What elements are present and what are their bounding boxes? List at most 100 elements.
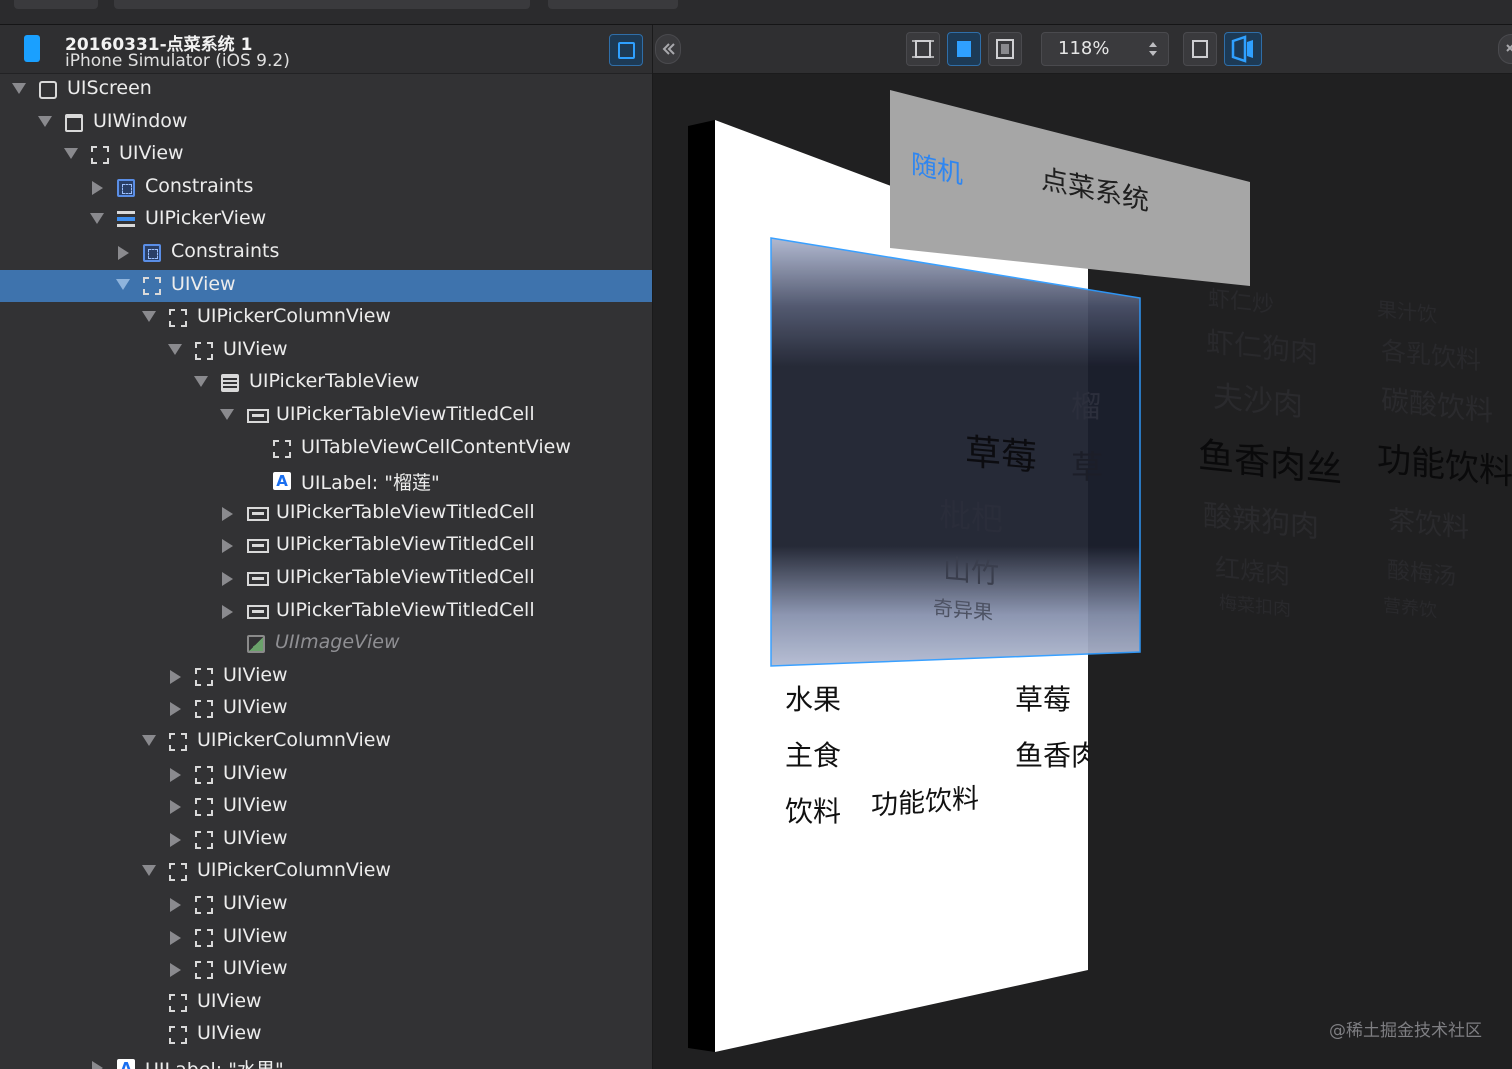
disclosure-collapsed-icon[interactable] bbox=[170, 702, 181, 717]
tree-row[interactable]: Constraints bbox=[0, 237, 652, 269]
disclosure-collapsed-icon[interactable] bbox=[170, 669, 181, 684]
tree-row[interactable]: UIPickerColumnView bbox=[0, 302, 652, 334]
tree-row[interactable]: UIWindow bbox=[0, 107, 652, 139]
2d-view-button[interactable] bbox=[1183, 32, 1217, 66]
disclosure-expanded-icon[interactable] bbox=[116, 278, 130, 290]
tree-row[interactable]: UIView bbox=[0, 889, 652, 921]
tree-row[interactable]: UIView bbox=[0, 791, 652, 823]
disclosure-expanded-icon[interactable] bbox=[142, 311, 156, 323]
disclosure-collapsed-icon[interactable] bbox=[222, 572, 233, 586]
tree-row[interactable]: UIView bbox=[0, 269, 652, 302]
process-header[interactable]: 20160331-点菜系统 1 iPhone Simulator (iOS 9.… bbox=[0, 25, 652, 74]
disclosure-collapsed-icon[interactable] bbox=[118, 246, 129, 260]
tree-row[interactable]: UIView bbox=[0, 139, 652, 171]
stepper-arrows-icon[interactable] bbox=[1146, 38, 1160, 60]
disclosure-collapsed-icon[interactable] bbox=[170, 898, 181, 912]
tree-row[interactable]: UIScreen bbox=[0, 74, 652, 106]
tree-row[interactable]: UIView bbox=[0, 335, 652, 367]
show-content-button[interactable] bbox=[947, 32, 981, 66]
3d-view-button[interactable] bbox=[1224, 32, 1262, 66]
disclosure-expanded-icon[interactable] bbox=[168, 343, 182, 355]
view-icon bbox=[169, 733, 187, 751]
tree-row[interactable]: UIPickerTableView bbox=[0, 367, 652, 399]
category-label: 主食 bbox=[785, 739, 842, 772]
tree-row[interactable]: UIPickerColumnView bbox=[0, 856, 652, 888]
tree-row[interactable]: UIView bbox=[0, 824, 652, 856]
top-tab[interactable] bbox=[548, 0, 678, 9]
picker-item: 虾仁炒 bbox=[1208, 286, 1275, 319]
disclosure-expanded-icon[interactable] bbox=[142, 865, 156, 877]
tree-row-label: UIPickerColumnView bbox=[197, 859, 391, 882]
selection-label: 功能饮料 bbox=[871, 783, 979, 822]
view-icon bbox=[195, 830, 213, 849]
tree-row[interactable]: UITableViewCellContentView bbox=[0, 433, 652, 465]
tree-row[interactable]: UIImageView bbox=[0, 628, 652, 660]
disclosure-collapsed-icon[interactable] bbox=[170, 832, 181, 847]
tree-row[interactable]: UIPickerColumnView bbox=[0, 726, 652, 758]
disclosure-expanded-icon[interactable] bbox=[142, 735, 156, 746]
tree-row[interactable]: UIPickerView bbox=[0, 204, 652, 236]
disclosure-collapsed-icon[interactable] bbox=[170, 800, 181, 815]
tree-row[interactable]: UIPickerTableViewTitledCell bbox=[0, 400, 652, 432]
tree-row[interactable]: UIPickerTableViewTitledCell bbox=[0, 596, 652, 628]
tree-row[interactable]: UIView bbox=[0, 759, 652, 791]
tree-row[interactable]: UIView bbox=[0, 1019, 652, 1051]
watermark: @稀土掘金技术社区 bbox=[1329, 1021, 1482, 1041]
tree-row[interactable]: UIView bbox=[0, 922, 652, 954]
tree-row-label: UIWindow bbox=[93, 109, 188, 132]
debug-navigator: 20160331-点菜系统 1 iPhone Simulator (iOS 9.… bbox=[0, 25, 653, 1069]
disclosure-collapsed-icon[interactable] bbox=[170, 930, 181, 945]
tree-row[interactable]: UIView bbox=[0, 693, 652, 725]
show-clipped-button[interactable] bbox=[906, 32, 940, 66]
tree-row-label: UIPickerTableView bbox=[249, 370, 420, 393]
tree-row[interactable]: A UILabel: "水果" bbox=[0, 1052, 652, 1069]
picker-item: 果汁饮 bbox=[1377, 296, 1437, 328]
tree-row[interactable]: Constraints bbox=[0, 172, 652, 204]
frame-clip-icon bbox=[912, 40, 934, 58]
exploded-layers bbox=[688, 90, 1250, 1052]
tree-row[interactable]: UIPickerTableViewTitledCell bbox=[0, 530, 652, 562]
show-wireframe-button[interactable] bbox=[988, 32, 1022, 66]
tree-row-label: UILabel: "水果" bbox=[145, 1055, 284, 1069]
tree-row[interactable]: UIView bbox=[0, 661, 652, 693]
tree-row[interactable]: UIPickerTableViewTitledCell bbox=[0, 498, 652, 530]
disclosure-expanded-icon[interactable] bbox=[12, 83, 26, 94]
tree-row-label: UIView bbox=[223, 794, 288, 817]
view-icon bbox=[169, 863, 187, 882]
view-debugger-canvas[interactable]: 随机 点菜系统 草莓 枇杷 山竹 奇异果 榴 草 虾仁炒 虾仁狗肉 夫沙肉 鱼香… bbox=[653, 74, 1512, 1069]
disclosure-collapsed-icon[interactable] bbox=[222, 506, 233, 521]
tree-row[interactable]: UIPickerTableViewTitledCell bbox=[0, 563, 652, 595]
tree-row[interactable]: UIView bbox=[0, 987, 652, 1019]
view-icon bbox=[195, 341, 213, 360]
close-canvas-button[interactable] bbox=[1498, 34, 1512, 64]
zoom-stepper[interactable]: 118% bbox=[1041, 32, 1169, 66]
tree-row-label: UITableViewCellContentView bbox=[301, 435, 571, 458]
disclosure-collapsed-icon[interactable] bbox=[92, 180, 103, 195]
disclosure-collapsed-icon[interactable] bbox=[222, 604, 233, 619]
disclosure-expanded-icon[interactable] bbox=[194, 376, 208, 388]
tree-row[interactable]: UIView bbox=[0, 954, 652, 986]
top-tab[interactable] bbox=[14, 0, 98, 9]
window-icon bbox=[65, 113, 83, 132]
picker-item: 奇异果 bbox=[933, 595, 993, 625]
close-icon bbox=[1506, 44, 1512, 52]
disclosure-expanded-icon[interactable] bbox=[220, 409, 234, 420]
disclosure-collapsed-icon[interactable] bbox=[92, 1061, 103, 1069]
disclosure-collapsed-icon[interactable] bbox=[170, 767, 181, 782]
picker-item-peek: 榴 bbox=[1071, 390, 1101, 425]
window-top-strip bbox=[0, 0, 1512, 25]
iphone-device-icon bbox=[24, 35, 40, 62]
focus-view-button[interactable] bbox=[609, 34, 643, 66]
category-label: 饮料 bbox=[785, 795, 842, 828]
disclosure-collapsed-icon[interactable] bbox=[170, 963, 181, 978]
disclosure-expanded-icon[interactable] bbox=[90, 213, 104, 225]
disclosure-expanded-icon[interactable] bbox=[64, 148, 78, 160]
tree-row-label: UIView bbox=[223, 957, 288, 980]
view-icon bbox=[169, 309, 187, 328]
collapse-navigator-button[interactable] bbox=[655, 34, 681, 64]
top-tab[interactable] bbox=[114, 0, 530, 9]
tree-row-label: UILabel: "榴莲" bbox=[301, 472, 440, 495]
disclosure-expanded-icon[interactable] bbox=[38, 115, 52, 127]
tree-row[interactable]: A UILabel: "榴莲" bbox=[0, 465, 652, 497]
disclosure-collapsed-icon[interactable] bbox=[222, 539, 233, 554]
